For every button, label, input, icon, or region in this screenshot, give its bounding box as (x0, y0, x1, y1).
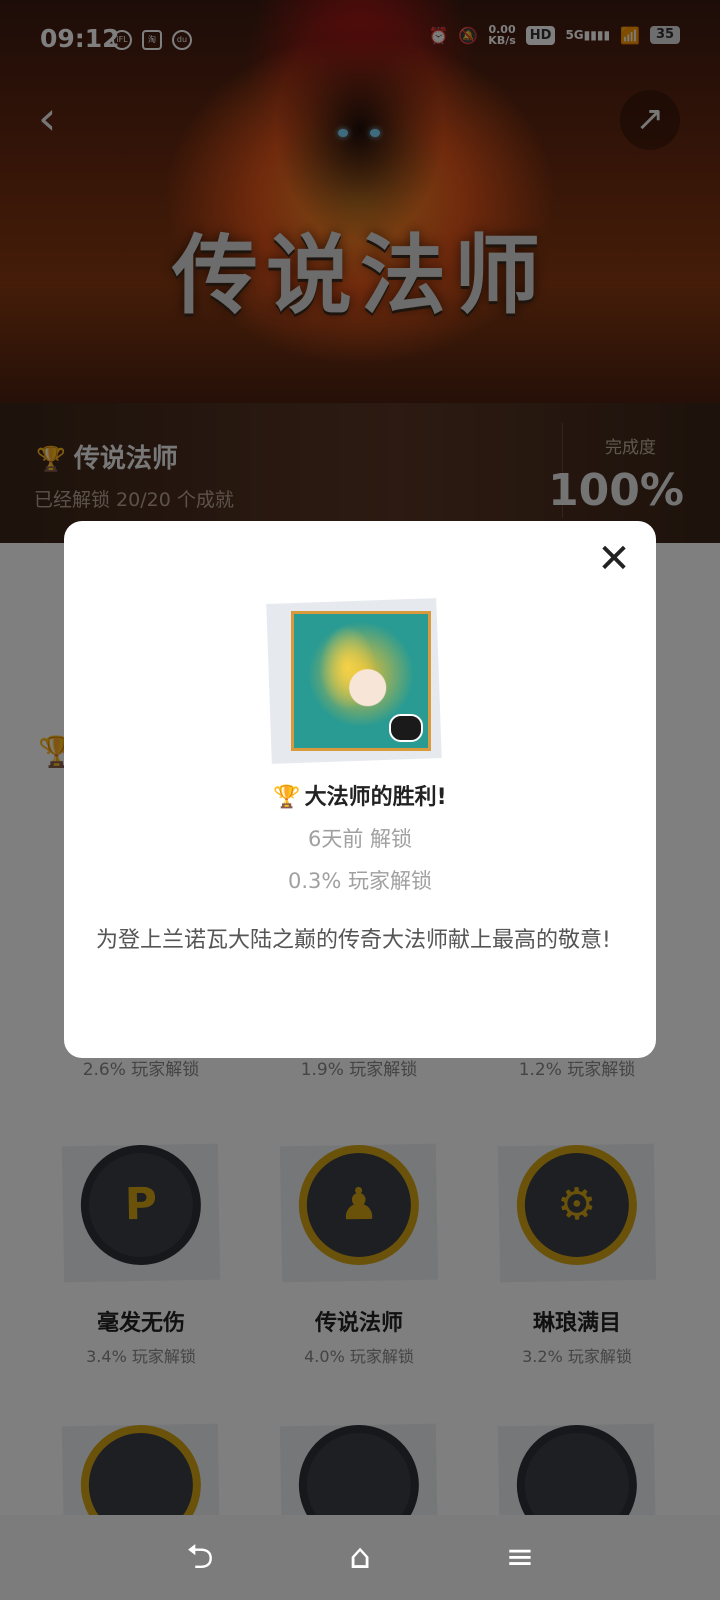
system-nav-bar: ⮌ ⌂ ≡ (0, 1515, 720, 1600)
archmage-portrait (291, 611, 431, 751)
achievement-detail-dialog: ✕ 🏆 大法师的胜利! 6天前 解锁 0.3% 玩家解锁 为登上兰诺瓦大陆之巅的传… (64, 521, 656, 1058)
home-nav-icon[interactable]: ⌂ (340, 1537, 380, 1577)
unlock-percentage: 0.3% 玩家解锁 (287, 869, 433, 893)
achievement-description: 为登上兰诺瓦大陆之巅的传奇大法师献上最高的敬意! (96, 928, 611, 953)
achievement-art (266, 591, 449, 764)
unlock-time: 6天前 解锁 (307, 827, 413, 851)
back-nav-icon[interactable]: ⮌ (180, 1537, 220, 1577)
close-button[interactable]: ✕ (594, 539, 634, 579)
achievement-title: 🏆 大法师的胜利! (273, 785, 447, 810)
trophy-icon: 🏆 (273, 785, 301, 810)
character-badge-icon (389, 714, 423, 742)
menu-nav-icon[interactable]: ≡ (500, 1537, 540, 1577)
